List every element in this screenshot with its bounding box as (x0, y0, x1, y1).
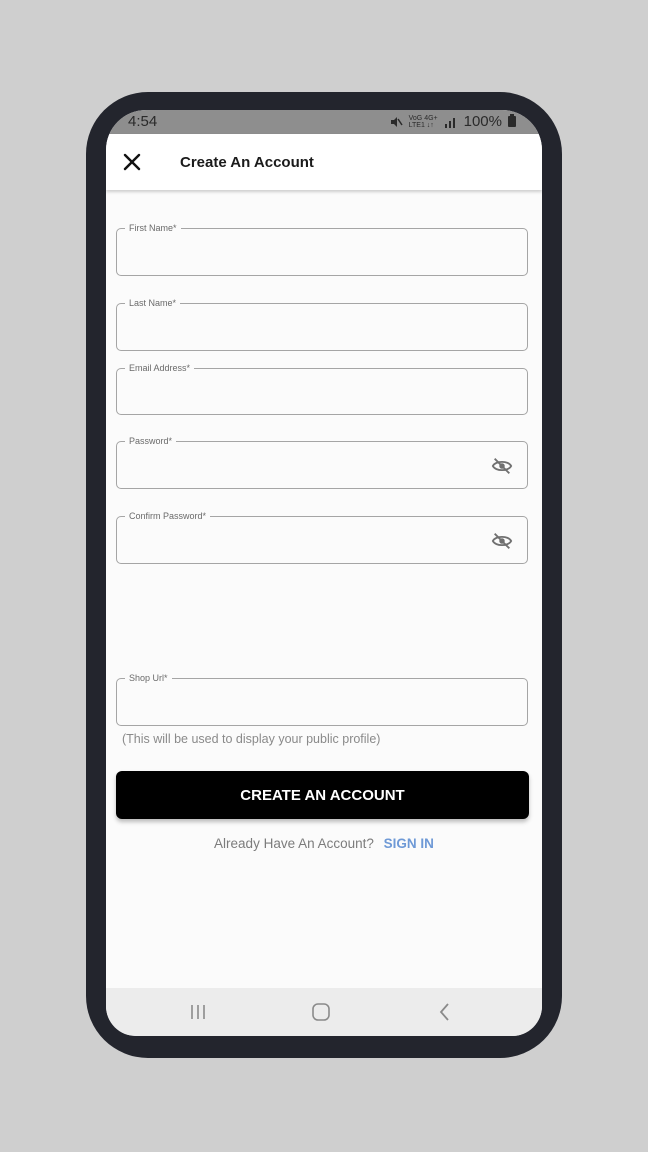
eye-off-icon[interactable] (491, 530, 513, 552)
confirm-password-input[interactable] (127, 527, 471, 555)
shop-url-helper-text: (This will be used to display your publi… (122, 732, 381, 746)
first-name-field[interactable]: First Name* (116, 222, 528, 276)
shop-url-input[interactable] (127, 689, 471, 717)
network-labels: VoG 4G+ LTE1 ↓↑ (409, 115, 438, 129)
back-icon[interactable] (433, 1000, 457, 1024)
password-label: Password* (125, 435, 177, 447)
home-icon[interactable] (309, 1000, 333, 1024)
close-icon[interactable] (122, 152, 142, 172)
have-account-text: Already Have An Account? (214, 836, 374, 851)
status-icons: VoG 4G+ LTE1 ↓↑ 100% (389, 113, 516, 130)
eye-off-icon[interactable] (491, 455, 513, 477)
system-nav-bar (106, 988, 542, 1036)
email-label: Email Address* (125, 362, 195, 374)
create-account-button[interactable]: CREATE AN ACCOUNT (116, 771, 529, 819)
battery-percent: 100% (463, 113, 502, 130)
shop-url-field[interactable]: Shop Url* (116, 672, 528, 726)
shop-url-label: Shop Url* (125, 672, 172, 684)
mute-icon (390, 116, 403, 127)
password-field[interactable]: Password* (116, 435, 528, 489)
network-top: VoG 4G+ (408, 114, 438, 122)
password-input[interactable] (127, 452, 471, 480)
status-time: 4:54 (128, 113, 158, 130)
last-name-label: Last Name* (125, 297, 181, 309)
first-name-label: First Name* (125, 222, 181, 234)
last-name-input[interactable] (127, 314, 471, 342)
recent-apps-icon[interactable] (186, 1000, 210, 1024)
sign-in-row: Already Have An Account? SIGN IN (106, 836, 542, 851)
status-bar: 4:54 VoG 4G+ LTE1 ↓↑ 100% (106, 110, 542, 134)
email-input[interactable] (127, 379, 471, 407)
last-name-field[interactable]: Last Name* (116, 297, 528, 351)
network-bottom: LTE1 ↓↑ (408, 121, 434, 129)
page-title: Create An Account (180, 154, 314, 171)
sign-in-link[interactable]: SIGN IN (384, 836, 434, 851)
confirm-password-label: Confirm Password* (125, 510, 211, 522)
email-field[interactable]: Email Address* (116, 362, 528, 415)
confirm-password-field[interactable]: Confirm Password* (116, 510, 528, 564)
app-screen: 4:54 VoG 4G+ LTE1 ↓↑ 100% Create An Acco… (106, 110, 542, 1036)
app-bar: Create An Account (106, 134, 542, 190)
battery-icon (508, 114, 516, 127)
signal-icon (444, 117, 455, 128)
first-name-input[interactable] (127, 239, 471, 267)
